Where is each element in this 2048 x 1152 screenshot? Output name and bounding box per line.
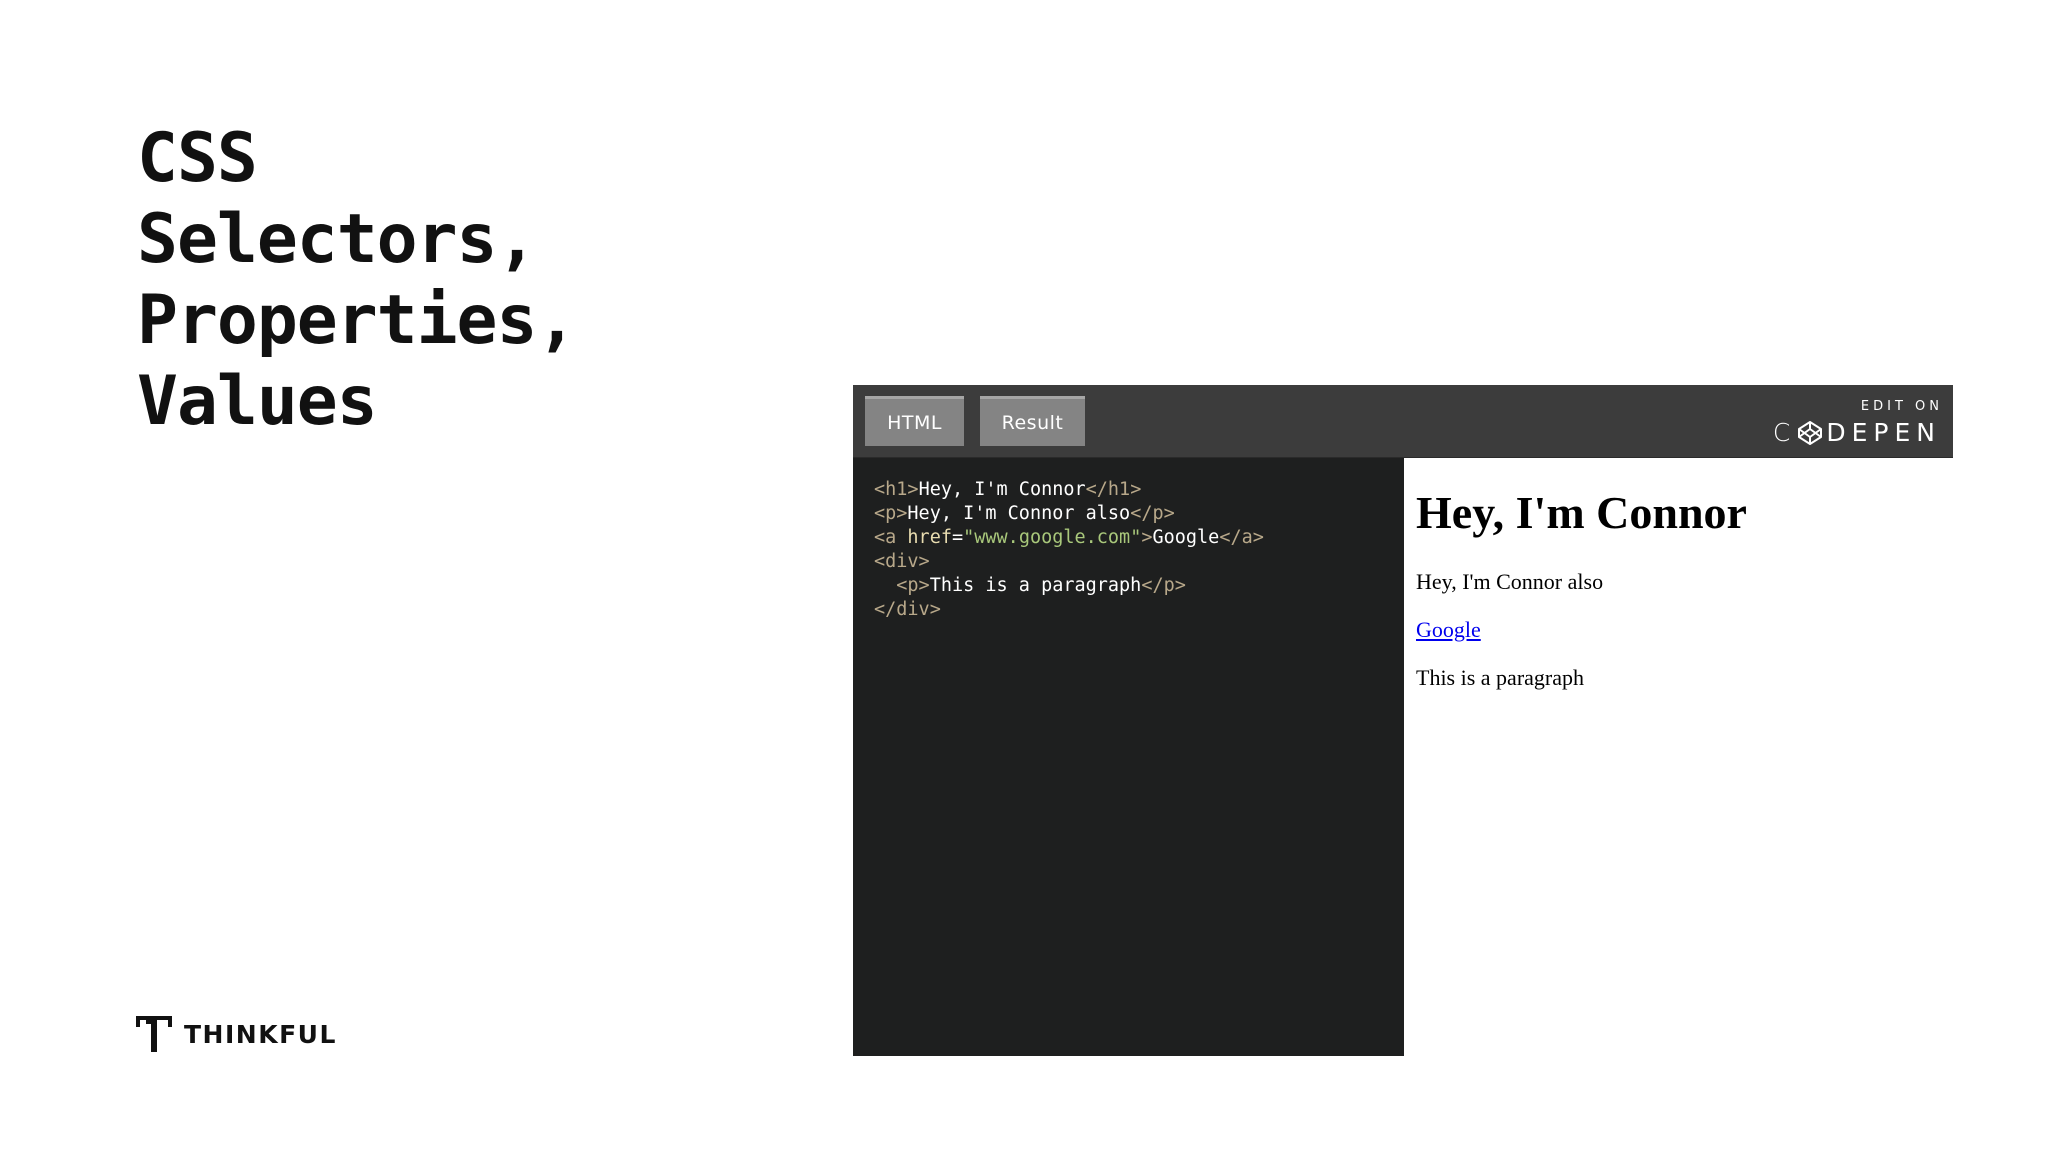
code-line-3: <a href="www.google.com">Google</a> [874, 526, 1264, 550]
thinkful-t-icon [136, 1016, 172, 1052]
code-tag: </a> [1219, 527, 1264, 548]
logo-text: THINKFUL [184, 1019, 337, 1049]
edit-on-codepen-link[interactable]: EDIT ON C DEPEN [1773, 399, 1941, 447]
codepen-rest: DEPEN [1826, 418, 1941, 447]
code-tag: <p> [874, 503, 908, 524]
code-tag: </p> [1141, 575, 1186, 596]
codepen-cube-icon [1798, 420, 1823, 445]
code-line-4: <div> [874, 550, 1264, 574]
html-code-panel[interactable]: <h1>Hey, I'm Connor</h1> <p>Hey, I'm Conn… [853, 458, 1403, 1056]
title-line-1: CSS [137, 119, 258, 198]
result-panel: Hey, I'm Connor Hey, I'm Connor also Goo… [1404, 458, 1953, 1056]
embed-header: HTML Result EDIT ON C DEPEN [853, 385, 1953, 458]
code-tag: <h1> [874, 479, 919, 500]
code-line-1: <h1>Hey, I'm Connor</h1> [874, 478, 1264, 502]
code-tag: <a [874, 527, 908, 548]
code-text: Google [1152, 527, 1220, 548]
code-attr: href [907, 527, 952, 548]
code-tag: </div> [874, 599, 941, 620]
code-block: <h1>Hey, I'm Connor</h1> <p>Hey, I'm Conn… [874, 478, 1264, 622]
title-line-3: Properties, [137, 281, 577, 360]
code-tag: > [1141, 527, 1153, 548]
result-paragraph-2: This is a paragraph [1416, 665, 1584, 690]
code-line-2: <p>Hey, I'm Connor also</p> [874, 502, 1264, 526]
code-tag: </p> [1130, 503, 1175, 524]
slide-title: CSS Selectors, Properties, Values [137, 118, 577, 442]
edit-on-label: EDIT ON [1860, 399, 1943, 414]
code-line-5: <p>This is a paragraph</p> [874, 574, 1264, 598]
code-tag: </h1> [1085, 479, 1142, 500]
result-heading: Hey, I'm Connor [1416, 487, 1747, 538]
code-tag: <p> [896, 575, 930, 596]
tab-result[interactable]: Result [980, 396, 1085, 446]
codepen-wordmark: C DEPEN [1773, 418, 1941, 447]
result-paragraph-1: Hey, I'm Connor also [1416, 569, 1604, 594]
code-text: = [951, 527, 964, 548]
title-line-4: Values [137, 362, 378, 441]
tab-html[interactable]: HTML [865, 396, 964, 446]
code-string: "www.google.com" [963, 527, 1142, 548]
code-text: Hey, I'm Connor [918, 479, 1086, 500]
result-google-link[interactable]: Google [1416, 617, 1481, 643]
codepen-c: C [1772, 418, 1795, 447]
code-text: Hey, I'm Connor also [907, 503, 1131, 524]
thinkful-logo: THINKFUL [134, 1014, 337, 1054]
code-tag: <div> [874, 551, 930, 572]
code-line-6: </div> [874, 598, 1264, 622]
title-line-2: Selectors, [137, 200, 537, 279]
codepen-embed: HTML Result EDIT ON C DEPEN <h1>Hey, I'm… [853, 385, 1953, 1056]
code-text: This is a paragraph [929, 575, 1142, 596]
